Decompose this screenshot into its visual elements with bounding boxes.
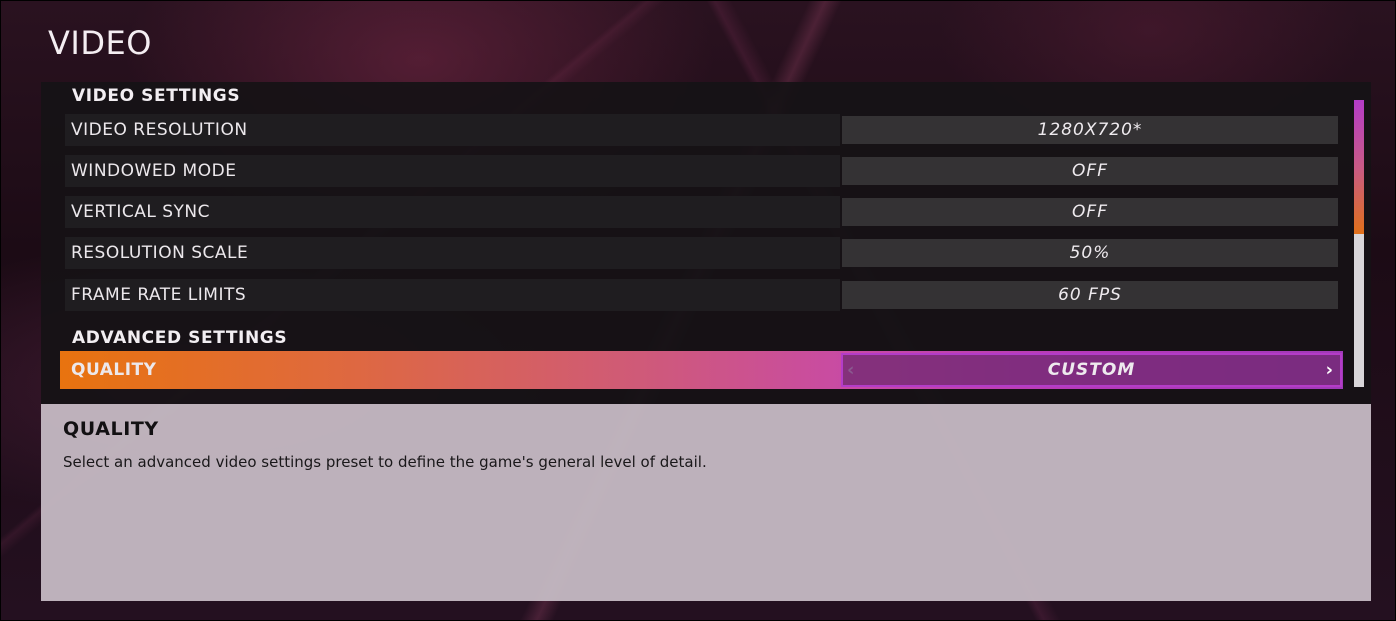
window-border	[0, 0, 1396, 621]
